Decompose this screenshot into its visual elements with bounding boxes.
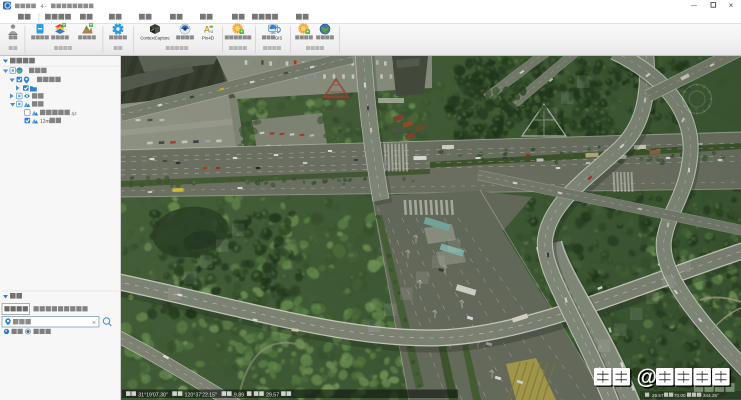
svg-text:u: u: [210, 29, 213, 35]
svg-text:×: ×: [729, 1, 734, 10]
svg-text:Pix4D: Pix4D: [202, 36, 215, 41]
svg-text:ContextCapture: ContextCapture: [140, 36, 170, 41]
svg-text:×: ×: [92, 320, 96, 327]
svg-text:+: +: [63, 22, 66, 27]
svg-text:.tjz: .tjz: [71, 111, 78, 116]
svg-text:+: +: [240, 29, 243, 34]
svg-text:31°19'07.30": 31°19'07.30": [138, 392, 168, 398]
svg-text:4 -: 4 -: [41, 4, 47, 10]
svg-text:@: @: [637, 366, 657, 389]
svg-text:29.57: 29.57: [266, 392, 279, 398]
svg-text:+: +: [306, 29, 309, 34]
svg-text:GIS: GIS: [275, 35, 283, 40]
svg-text:344.25°: 344.25°: [703, 393, 719, 398]
svg-text:70.00: 70.00: [674, 393, 686, 398]
svg-text:—: —: [691, 4, 697, 10]
svg-text:+: +: [90, 22, 93, 27]
svg-text:12m: 12m: [40, 119, 50, 125]
svg-text:120°37'22.15": 120°37'22.15": [185, 392, 217, 398]
svg-text:9.89: 9.89: [234, 392, 244, 398]
svg-text:29.57: 29.57: [652, 393, 664, 398]
